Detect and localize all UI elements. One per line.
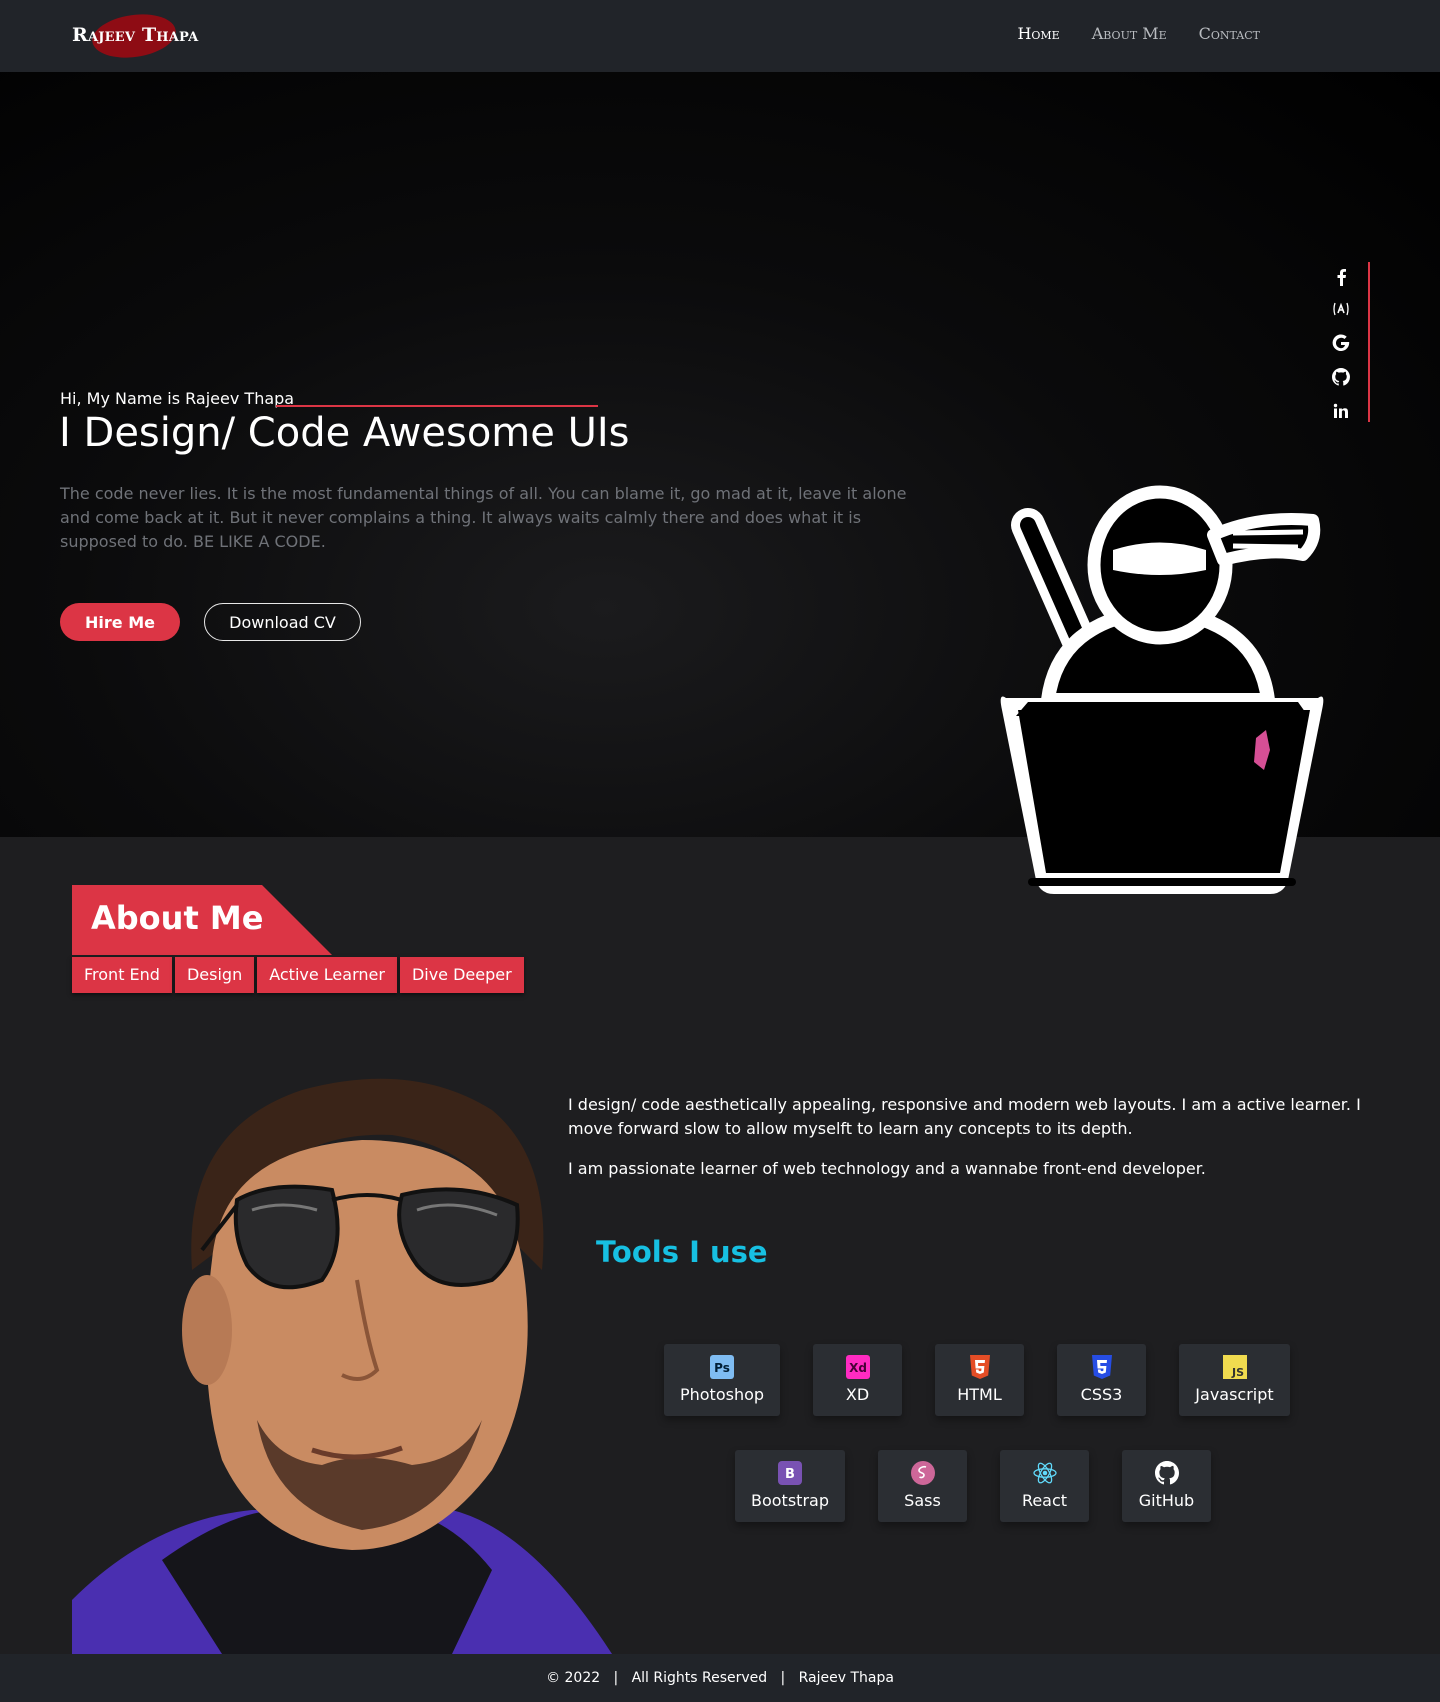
hire-me-button[interactable]: Hire Me <box>60 603 180 641</box>
javascript-icon: JS <box>1222 1354 1248 1380</box>
html5-icon <box>967 1354 993 1380</box>
social-links <box>1322 262 1372 422</box>
nav-links: Home About Me Contact <box>1017 24 1260 43</box>
tool-bootstrap: B Bootstrap <box>735 1450 845 1522</box>
about-tags: Front End Design Active Learner Dive Dee… <box>72 957 524 993</box>
svg-text:JS: JS <box>1230 1366 1243 1379</box>
tool-label: Sass <box>904 1491 941 1510</box>
ninja-coder-illustration <box>988 480 1328 900</box>
tool-css3: CSS3 <box>1057 1344 1146 1416</box>
bootstrap-icon: B <box>777 1460 803 1486</box>
tool-html: HTML <box>935 1344 1024 1416</box>
github-icon[interactable] <box>1328 364 1354 390</box>
tool-label: Bootstrap <box>751 1491 829 1510</box>
about-title: About Me <box>91 899 264 937</box>
tag-dive-deeper: Dive Deeper <box>399 957 524 993</box>
photoshop-icon: Ps <box>709 1354 735 1380</box>
github-icon <box>1154 1460 1180 1486</box>
footer-name: Rajeev Thapa <box>798 1670 894 1686</box>
profile-photo <box>72 1040 632 1654</box>
svg-text:Ps: Ps <box>714 1361 730 1375</box>
download-cv-button[interactable]: Download CV <box>204 603 361 641</box>
linkedin-icon[interactable] <box>1328 398 1354 424</box>
css3-icon <box>1089 1354 1115 1380</box>
navbar: Rajeev Thapa Home About Me Contact <box>0 0 1440 72</box>
svg-text:B: B <box>785 1467 795 1482</box>
nav-link-home[interactable]: Home <box>1017 24 1059 43</box>
xd-icon: Xd <box>845 1354 871 1380</box>
tool-label: Javascript <box>1195 1385 1274 1404</box>
tool-photoshop: Ps Photoshop <box>664 1344 780 1416</box>
tag-design: Design <box>174 957 255 993</box>
tool-react: React <box>1000 1450 1089 1522</box>
nav-link-contact[interactable]: Contact <box>1199 24 1260 43</box>
about-paragraph-2: I am passionate learner of web technolog… <box>568 1159 1206 1178</box>
footer-rights: All Rights Reserved <box>631 1670 768 1686</box>
tool-sass: Sass <box>878 1450 967 1522</box>
tool-label: HTML <box>957 1385 1002 1404</box>
tool-xd: Xd XD <box>813 1344 902 1416</box>
footer-copyright: © 2022 <box>546 1670 601 1686</box>
tool-github: GitHub <box>1122 1450 1211 1522</box>
sass-icon <box>910 1460 936 1486</box>
footer: © 2022 | All Rights Reserved | Rajeev Th… <box>0 1654 1440 1702</box>
hero-title: I Design/ Code Awesome UIs <box>59 410 630 456</box>
angular-icon[interactable] <box>1328 296 1354 322</box>
hero-text: The code never lies. It is the most fund… <box>60 484 907 551</box>
tool-javascript: JS Javascript <box>1179 1344 1290 1416</box>
facebook-icon[interactable] <box>1328 264 1354 290</box>
hero-greeting: Hi, My Name is Rajeev Thapa <box>60 389 295 408</box>
tool-label: React <box>1021 1491 1068 1510</box>
tool-label: XD <box>845 1385 870 1404</box>
brand-logo[interactable]: Rajeev Thapa <box>72 9 198 63</box>
social-divider <box>1368 262 1370 422</box>
tag-front-end: Front End <box>72 957 172 993</box>
tool-label: Photoshop <box>679 1385 765 1404</box>
tools-title: Tools I use <box>596 1235 768 1269</box>
svg-text:Xd: Xd <box>849 1361 867 1375</box>
tool-label: CSS3 <box>1080 1385 1123 1404</box>
tag-active-learner: Active Learner <box>257 957 397 993</box>
nav-link-about-me[interactable]: About Me <box>1092 24 1167 43</box>
greeting-underline <box>276 405 598 407</box>
tool-label: GitHub <box>1138 1491 1195 1510</box>
google-icon[interactable] <box>1328 330 1354 356</box>
react-icon <box>1032 1460 1058 1486</box>
about-paragraph-1: I design/ code aesthetically appealing, … <box>568 1095 1361 1138</box>
brand-text: Rajeev Thapa <box>72 24 199 46</box>
